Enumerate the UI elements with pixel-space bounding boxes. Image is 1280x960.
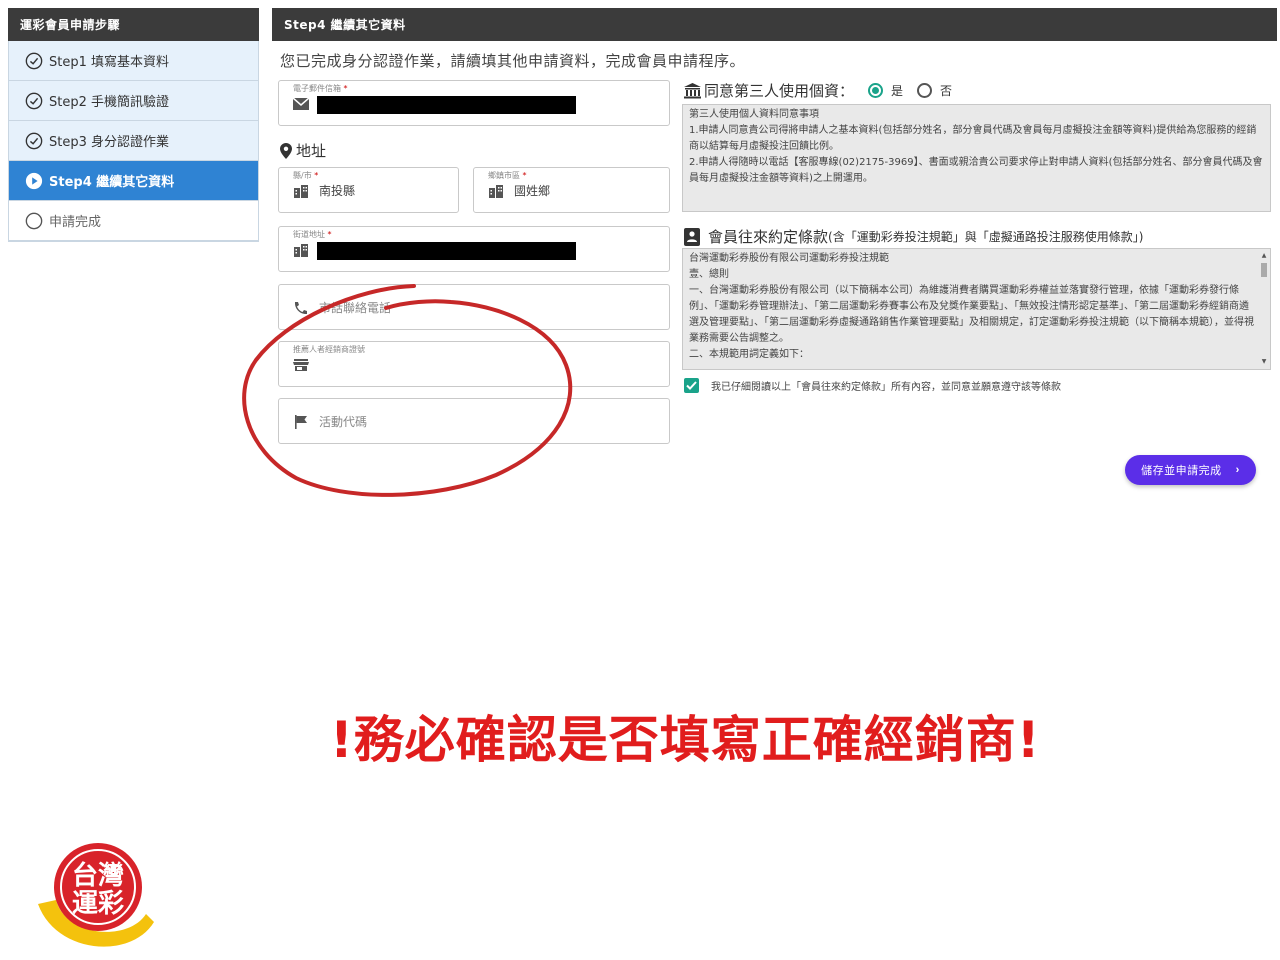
logo-line1: 台灣 <box>72 860 124 891</box>
step-label: Step4 繼續其它資料 <box>49 175 175 190</box>
county-value: 南投縣 <box>319 184 356 198</box>
check-circle-icon <box>25 132 43 149</box>
intro-text: 您已完成身分認證作業，請續填其他申請資料，完成會員申請程序。 <box>280 52 746 70</box>
consent-title: 同意第三人使用個資： <box>704 82 855 100</box>
district-select[interactable]: 鄉鎮市區 * 國姓鄉 <box>473 167 670 213</box>
redacted-email <box>317 96 576 114</box>
save-and-complete-button[interactable]: 儲存並申請完成 › <box>1125 455 1256 485</box>
step-2[interactable]: Step2 手機簡訊驗證 <box>9 81 258 121</box>
logo-line2: 運彩 <box>72 889 124 919</box>
consent-line: 1.申請人同意貴公司得將申請人之基本資料(包括部分姓名，部分會員代碼及會員每月虛… <box>689 125 1257 152</box>
district-label: 鄉鎮市區 <box>488 171 520 180</box>
radio-empty-icon <box>917 83 933 98</box>
main-title: Step4 繼續其它資料 <box>272 8 1277 41</box>
warning-text: !務必確認是否填寫正確經銷商! <box>330 711 1041 769</box>
street-address-field[interactable]: 街道地址 * <box>278 226 670 272</box>
terms-line: 一、台灣運動彩券股份有限公司（以下簡稱本公司）為維護消費者購買運動彩券權益並落實… <box>689 285 1254 344</box>
step-4[interactable]: Step4 繼續其它資料 <box>9 161 258 201</box>
terms-agree-row[interactable]: 我已仔細閱讀以上「會員往來約定條款」所有內容，並同意並願意遵守該等條款 <box>684 378 1061 393</box>
step-label: Step3 身分認證作業 <box>49 135 170 150</box>
map-pin-icon <box>280 142 292 159</box>
terms-agree-text: 我已仔細閱讀以上「會員往來約定條款」所有內容，並同意並願意遵守該等條款 <box>711 382 1061 393</box>
sidebar-title: 運彩會員申請步驟 <box>8 8 259 41</box>
bank-icon <box>684 82 701 98</box>
terms-scrollbar[interactable]: ▲ ▼ <box>1260 253 1268 365</box>
check-circle-icon <box>25 92 43 109</box>
email-label: 電子郵件信箱 <box>293 84 341 93</box>
step-label: Step2 手機簡訊驗證 <box>49 95 170 110</box>
red-annotation-circle <box>242 284 573 497</box>
chevron-right-icon: › <box>1235 464 1240 476</box>
envelope-icon <box>293 97 309 110</box>
step-label: Step1 填寫基本資料 <box>49 55 170 70</box>
terms-title: 會員往來約定條款 <box>708 228 829 246</box>
building-icon <box>294 185 308 198</box>
main-panel: Step4 繼續其它資料 您已完成身分認證作業，請續填其他申請資料，完成會員申請… <box>272 8 1277 485</box>
taiwan-sports-lottery-logo: 台灣 運彩 <box>38 843 154 947</box>
consent-textbox[interactable]: 第三人使用個人資料同意事項 1.申請人同意貴公司得將申請人之基本資料(包括部分姓… <box>682 104 1271 212</box>
terms-subtitle: (含「運動彩券投注規範」與「虛擬通路投注服務使用條款」) <box>828 230 1144 244</box>
consent-line: 2.申請人得隨時以電話【客服專線(02)2175-3969】、書面或親洽貴公司要… <box>689 157 1263 184</box>
checkbox-checked-icon[interactable] <box>684 378 699 393</box>
steps-list: Step1 填寫基本資料 Step2 手機簡訊驗證 Step3 身分認證作業 S… <box>8 41 259 242</box>
email-field[interactable]: 電子郵件信箱 * <box>278 80 670 126</box>
terms-line: 壹、總則 <box>689 269 729 280</box>
address-title: 地址 <box>280 140 326 161</box>
step-5[interactable]: 申請完成 <box>9 201 258 241</box>
county-select[interactable]: 縣/市 * 南投縣 <box>278 167 459 213</box>
street-label: 街道地址 <box>293 230 325 239</box>
building-icon <box>294 244 308 257</box>
district-value: 國姓鄉 <box>514 184 551 198</box>
consent-yes-radio[interactable]: 是 <box>868 82 903 99</box>
terms-title-row: 會員往來約定條款 (含「運動彩券投注規範」與「虛擬通路投注服務使用條款」) <box>684 226 1143 247</box>
building-icon <box>489 185 503 198</box>
empty-circle-icon <box>25 212 43 229</box>
redacted-street <box>317 242 576 260</box>
step-1[interactable]: Step1 填寫基本資料 <box>9 41 258 81</box>
terms-textbox[interactable]: 台灣運動彩券股份有限公司運動彩券投注規範 壹、總則 一、台灣運動彩券股份有限公司… <box>682 248 1271 370</box>
play-circle-icon <box>25 172 43 189</box>
step-3[interactable]: Step3 身分認證作業 <box>9 121 258 161</box>
county-label: 縣/市 <box>293 171 312 180</box>
contact-card-icon <box>684 227 700 246</box>
consent-title-row: 同意第三人使用個資： 是 否 <box>684 80 952 101</box>
check-circle-icon <box>25 52 43 69</box>
terms-line: 二、本規範用詞定義如下： <box>689 349 809 360</box>
consent-no-radio[interactable]: 否 <box>917 82 952 99</box>
radio-selected-icon <box>868 83 884 98</box>
terms-line: 台灣運動彩券股份有限公司運動彩券投注規範 <box>689 253 889 264</box>
consent-line: 第三人使用個人資料同意事項 <box>689 109 819 120</box>
step-label: 申請完成 <box>49 215 102 230</box>
steps-sidebar: 運彩會員申請步驟 Step1 填寫基本資料 Step2 手機簡訊驗證 Step3… <box>8 8 259 242</box>
